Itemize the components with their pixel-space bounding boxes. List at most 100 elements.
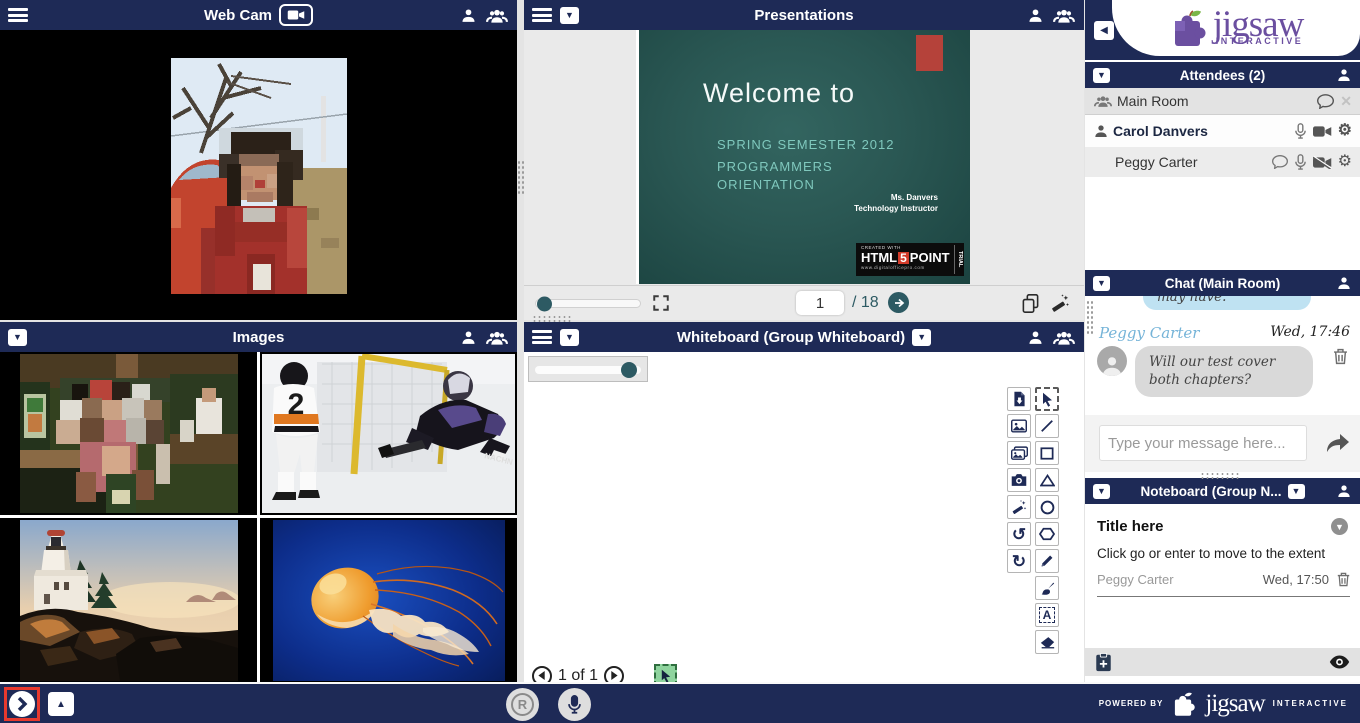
sidebar-resize-handle[interactable] (1086, 300, 1093, 334)
visibility-eye-icon[interactable] (1329, 655, 1350, 669)
attendee-row-carol[interactable]: Carol Danvers ⚙ (1085, 115, 1360, 147)
menu-icon[interactable] (532, 330, 552, 344)
text-tool-button[interactable]: A (1035, 603, 1059, 627)
video-camera-icon[interactable] (1313, 125, 1332, 138)
menu-icon[interactable] (8, 8, 28, 22)
menu-icon[interactable] (532, 8, 552, 22)
chat-header: ▼ Chat (Main Room) (1085, 270, 1360, 296)
circle-tool-button[interactable] (1035, 495, 1059, 519)
person-icon[interactable] (460, 329, 477, 346)
panel-dropdown-icon[interactable]: ▼ (560, 329, 579, 346)
delete-message-icon[interactable] (1333, 348, 1348, 365)
group-icon[interactable] (485, 7, 509, 24)
group-icon[interactable] (1052, 329, 1076, 346)
attendee-row-peggy[interactable]: Peggy Carter ⚙ (1085, 147, 1360, 177)
expand-panel-button[interactable] (9, 691, 35, 717)
person-icon[interactable] (460, 7, 477, 24)
raise-panel-button[interactable]: ▲ (48, 692, 74, 716)
delete-note-icon[interactable] (1337, 572, 1350, 587)
slider-knob[interactable] (537, 296, 552, 311)
slider-knob[interactable] (621, 362, 637, 378)
select-tool-button[interactable] (1035, 387, 1059, 411)
image-thumbnail-jellyfish[interactable] (260, 518, 517, 682)
microphone-button[interactable] (558, 688, 591, 721)
group-icon[interactable] (1052, 7, 1076, 24)
line-tool-button[interactable] (1035, 414, 1059, 438)
add-note-icon[interactable] (1095, 653, 1112, 672)
whiteboard-select-dropdown[interactable]: ▼ (912, 329, 931, 346)
note-expand-button[interactable]: ▼ (1331, 518, 1348, 535)
chat-message-meta: Peggy Carter Wed, 17:46 (1099, 324, 1350, 342)
image-thumbnail-family[interactable] (0, 352, 257, 515)
row-resize-handle[interactable] (532, 315, 572, 322)
presentation-slide[interactable]: Welcome to SPRING SEMESTER 2012 PROGRAMM… (636, 30, 970, 284)
chat-bubble-icon[interactable] (1317, 94, 1334, 109)
snapshot-button[interactable] (1007, 468, 1031, 492)
person-icon[interactable] (1027, 7, 1044, 24)
hockey-image: 2 NACHN (262, 354, 515, 513)
magic-wand-icon[interactable] (1050, 293, 1070, 313)
noteboard-select-dropdown[interactable]: ▼ (1288, 484, 1305, 499)
person-icon[interactable] (1027, 329, 1044, 346)
copy-pages-icon[interactable] (1021, 293, 1040, 314)
presentation-zoom-slider[interactable] (535, 299, 641, 308)
redo-button[interactable]: ↻ (1007, 549, 1031, 573)
person-icon (1101, 354, 1123, 376)
person-icon[interactable] (1336, 67, 1352, 83)
panel-dropdown-icon[interactable]: ▼ (560, 7, 579, 24)
webcam-header: Web Cam (0, 0, 517, 30)
pencil-icon (1040, 554, 1054, 568)
image-thumbnail-hockey[interactable]: 2 NACHN (260, 352, 517, 515)
insert-image-button[interactable] (1007, 414, 1031, 438)
export-pdf-button[interactable] (1007, 387, 1031, 411)
whiteboard-canvas[interactable]: ↺ ↻ (524, 352, 1084, 682)
polygon-tool-button[interactable] (1035, 522, 1059, 546)
chat-message-input[interactable] (1099, 425, 1307, 461)
arrow-right-icon (893, 297, 905, 309)
virtual-classroom-app: Web Cam (0, 0, 1360, 723)
close-icon[interactable]: ✕ (1340, 93, 1352, 110)
eraser-tool-button[interactable] (1035, 630, 1059, 654)
microphone-icon[interactable] (1294, 123, 1307, 140)
rectangle-tool-button[interactable] (1035, 441, 1059, 465)
pencil-tool-button[interactable] (1035, 549, 1059, 573)
record-button[interactable]: R (506, 688, 539, 721)
avatar (1097, 346, 1127, 376)
page-number-input[interactable] (796, 291, 844, 315)
next-slide-button[interactable] (888, 292, 909, 313)
fullscreen-icon[interactable] (652, 294, 670, 312)
room-row-main[interactable]: Main Room ✕ (1085, 88, 1360, 115)
hexagon-icon (1039, 527, 1055, 541)
column-resize-handle[interactable] (517, 160, 524, 194)
note-title: Title here (1097, 518, 1163, 535)
caret-up-icon: ▲ (56, 699, 66, 710)
person-icon[interactable] (1336, 275, 1352, 291)
send-message-icon[interactable] (1326, 433, 1350, 453)
gear-icon[interactable]: ⚙ (1338, 123, 1352, 139)
note-body-text: Click go or enter to move to the extent (1097, 546, 1354, 561)
sidebar-collapse-button[interactable]: ◀ (1094, 21, 1114, 40)
webcam-toggle-button[interactable] (279, 4, 313, 26)
image-thumbnail-lighthouse[interactable] (0, 518, 257, 682)
room-name: Main Room (1117, 93, 1189, 109)
video-camera-off-icon[interactable] (1313, 156, 1332, 169)
whiteboard-zoom-slider[interactable] (528, 356, 648, 382)
undo-button[interactable]: ↺ (1007, 522, 1031, 546)
cursor-icon (1041, 392, 1054, 407)
chat-message-list[interactable]: may have. Peggy Carter Wed, 17:46 Will o… (1085, 296, 1360, 415)
effects-wand-button[interactable] (1007, 495, 1031, 519)
chat-bubble-icon[interactable] (1272, 155, 1288, 169)
chat-bubble: Will our test cover both chapters? (1135, 346, 1313, 397)
slide-heading: Welcome to (703, 78, 855, 109)
person-icon[interactable] (1336, 483, 1352, 499)
noteboard-resize-handle[interactable] (1200, 472, 1240, 479)
brush-tool-button[interactable] (1035, 576, 1059, 600)
gear-icon[interactable]: ⚙ (1338, 154, 1352, 170)
group-icon[interactable] (485, 329, 509, 346)
triangle-tool-button[interactable] (1035, 468, 1059, 492)
insert-gallery-button[interactable] (1007, 441, 1031, 465)
microphone-icon[interactable] (1294, 154, 1307, 171)
sidebar: jigsaw INTERACTIVE ◀ ▼ Attendees (2) Mai… (1085, 0, 1360, 682)
panel-dropdown-icon[interactable]: ▼ (8, 329, 27, 346)
redo-icon: ↻ (1012, 553, 1026, 570)
